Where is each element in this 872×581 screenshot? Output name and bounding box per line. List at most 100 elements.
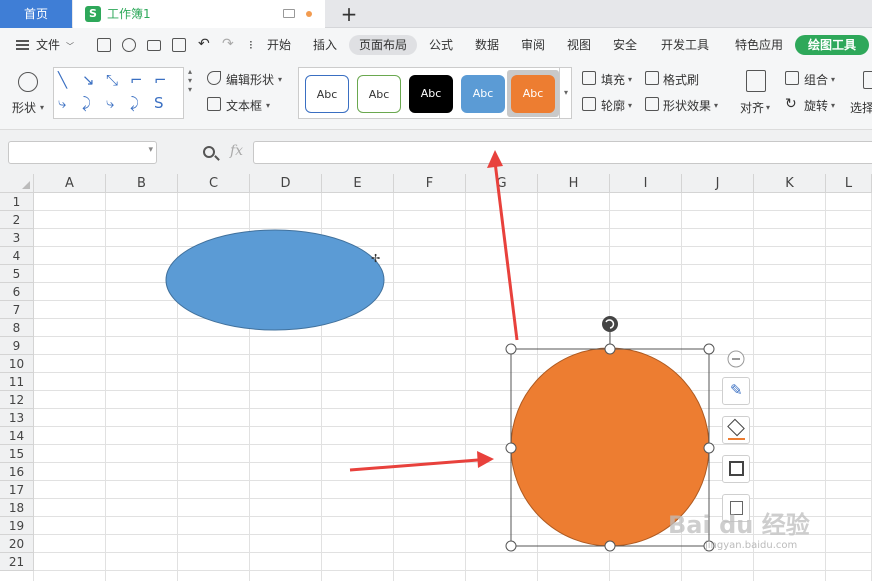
- column-header-k[interactable]: K: [754, 174, 826, 193]
- column-header-d[interactable]: D: [250, 174, 322, 193]
- fill-button[interactable]: 填充: [601, 71, 625, 88]
- group-button[interactable]: 组合: [804, 71, 828, 88]
- row-header-12[interactable]: 12: [0, 391, 34, 409]
- select-button[interactable]: 选择: [850, 99, 872, 116]
- row-header-6[interactable]: 6: [0, 283, 34, 301]
- column-header-l[interactable]: L: [826, 174, 872, 193]
- column-header-e[interactable]: E: [322, 174, 394, 193]
- menu-page-layout[interactable]: 页面布局: [359, 37, 407, 53]
- line-gallery[interactable]: ╲ ↘ ⤡ ⌐ ⌐ ⤷ ⤸ ⤷ ⤸ S: [53, 67, 196, 119]
- more-icon[interactable]: ⁝: [249, 37, 253, 53]
- new-tab-button[interactable]: +: [338, 1, 360, 27]
- row-header-19[interactable]: 19: [0, 517, 34, 535]
- row-header-21[interactable]: 21: [0, 553, 34, 571]
- menu-drawing-tools[interactable]: 绘图工具: [795, 35, 869, 55]
- column-header-b[interactable]: B: [106, 174, 178, 193]
- select-all-corner[interactable]: [0, 174, 34, 193]
- row-header-8[interactable]: 8: [0, 319, 34, 337]
- column-header-g[interactable]: G: [466, 174, 538, 193]
- menu-view[interactable]: 视图: [567, 37, 591, 53]
- row-header-15[interactable]: 15: [0, 445, 34, 463]
- menu-file[interactable]: 文件: [36, 37, 60, 53]
- outline-frame-icon: [729, 461, 744, 476]
- zoom-icon[interactable]: [203, 146, 215, 158]
- row-header-5[interactable]: 5: [0, 265, 34, 283]
- column-header-a[interactable]: A: [34, 174, 106, 193]
- column-header-j[interactable]: J: [682, 174, 754, 193]
- styles-scroll-icon[interactable]: ▾: [559, 68, 572, 118]
- rotate-button[interactable]: 旋转: [804, 97, 828, 114]
- float-outline-button[interactable]: [722, 455, 750, 483]
- style-outline-green[interactable]: Abc: [357, 75, 401, 113]
- monitor-icon[interactable]: [283, 9, 295, 18]
- row-header-2[interactable]: 2: [0, 211, 34, 229]
- column-header-h[interactable]: H: [538, 174, 610, 193]
- style-blue-fill[interactable]: Abc: [461, 75, 505, 113]
- name-box[interactable]: [8, 141, 157, 164]
- float-fill-button[interactable]: [722, 416, 750, 444]
- tab-document[interactable]: S 工作簿1: [73, 0, 325, 28]
- row-header-13[interactable]: 13: [0, 409, 34, 427]
- outline-button[interactable]: 轮廓: [601, 97, 625, 114]
- row-header-3[interactable]: 3: [0, 229, 34, 247]
- redo-icon[interactable]: ↷: [222, 36, 234, 52]
- undo-history-icon[interactable]: [122, 38, 136, 52]
- elbow-arrow-icon[interactable]: ⌐: [154, 71, 167, 89]
- row-header-7[interactable]: 7: [0, 301, 34, 319]
- select-icon: [863, 71, 872, 89]
- menu-developer[interactable]: 开发工具: [661, 37, 709, 53]
- line-icon[interactable]: ╲: [58, 71, 67, 89]
- row-header-20[interactable]: 20: [0, 535, 34, 553]
- curved-connector-icon[interactable]: ⤸: [82, 94, 91, 112]
- row-header-16[interactable]: 16: [0, 463, 34, 481]
- hamburger-icon[interactable]: [16, 40, 29, 50]
- scribble-icon[interactable]: S: [154, 94, 164, 112]
- row-header-10[interactable]: 10: [0, 355, 34, 373]
- menu-security[interactable]: 安全: [613, 37, 637, 53]
- fill-icon: [582, 71, 596, 85]
- caret-icon: ▾: [714, 101, 719, 110]
- curved-double-arrow-icon[interactable]: ⤸: [130, 94, 139, 112]
- row-header-4[interactable]: 4: [0, 247, 34, 265]
- edit-shape-icon: [207, 71, 221, 85]
- save-icon[interactable]: [97, 38, 111, 52]
- menu-insert[interactable]: 插入: [313, 37, 337, 53]
- menu-formula[interactable]: 公式: [429, 37, 453, 53]
- menu-data[interactable]: 数据: [475, 37, 499, 53]
- tab-home[interactable]: 首页: [0, 0, 72, 28]
- arrow-line-icon[interactable]: ↘: [82, 71, 95, 89]
- gallery-scrollbar[interactable]: ▴ ▾ ▾: [183, 67, 196, 119]
- shape-effects-button[interactable]: 形状效果: [663, 97, 711, 114]
- fx-icon[interactable]: fx: [230, 143, 243, 159]
- row-header-18[interactable]: 18: [0, 499, 34, 517]
- undo-icon[interactable]: ↶: [198, 36, 210, 52]
- tab-bar: 首页 S 工作簿1 +: [0, 0, 872, 28]
- curved-arrow-icon[interactable]: ⤷: [106, 94, 114, 112]
- row-header-1[interactable]: 1: [0, 193, 34, 211]
- column-header-c[interactable]: C: [178, 174, 250, 193]
- float-style-button[interactable]: ✎: [722, 377, 750, 405]
- menu-featured-apps[interactable]: 特色应用: [735, 37, 783, 53]
- format-painter-button[interactable]: 格式刷: [663, 71, 699, 88]
- elbow-double-arrow-icon[interactable]: ⤷: [58, 94, 66, 112]
- column-header-f[interactable]: F: [394, 174, 466, 193]
- menu-start[interactable]: 开始: [267, 37, 291, 53]
- double-arrow-line-icon[interactable]: ⤡: [106, 71, 118, 89]
- align-button[interactable]: 对齐: [740, 99, 764, 116]
- shape-button[interactable]: 形状 ▾: [10, 68, 48, 120]
- style-orange-fill[interactable]: Abc: [511, 75, 555, 113]
- print-preview-icon[interactable]: [172, 38, 186, 52]
- row-header-11[interactable]: 11: [0, 373, 34, 391]
- elbow-connector-icon[interactable]: ⌐: [130, 71, 143, 89]
- column-header-i[interactable]: I: [610, 174, 682, 193]
- text-box-button[interactable]: 文本框: [226, 97, 262, 114]
- menu-review[interactable]: 审阅: [521, 37, 545, 53]
- row-header-14[interactable]: 14: [0, 427, 34, 445]
- style-black-fill[interactable]: Abc: [409, 75, 453, 113]
- print-icon[interactable]: [147, 40, 161, 51]
- row-header-17[interactable]: 17: [0, 481, 34, 499]
- style-outline-blue[interactable]: Abc: [305, 75, 349, 113]
- edit-shape-button[interactable]: 编辑形状: [226, 71, 274, 88]
- formula-input[interactable]: [253, 141, 872, 164]
- row-header-9[interactable]: 9: [0, 337, 34, 355]
